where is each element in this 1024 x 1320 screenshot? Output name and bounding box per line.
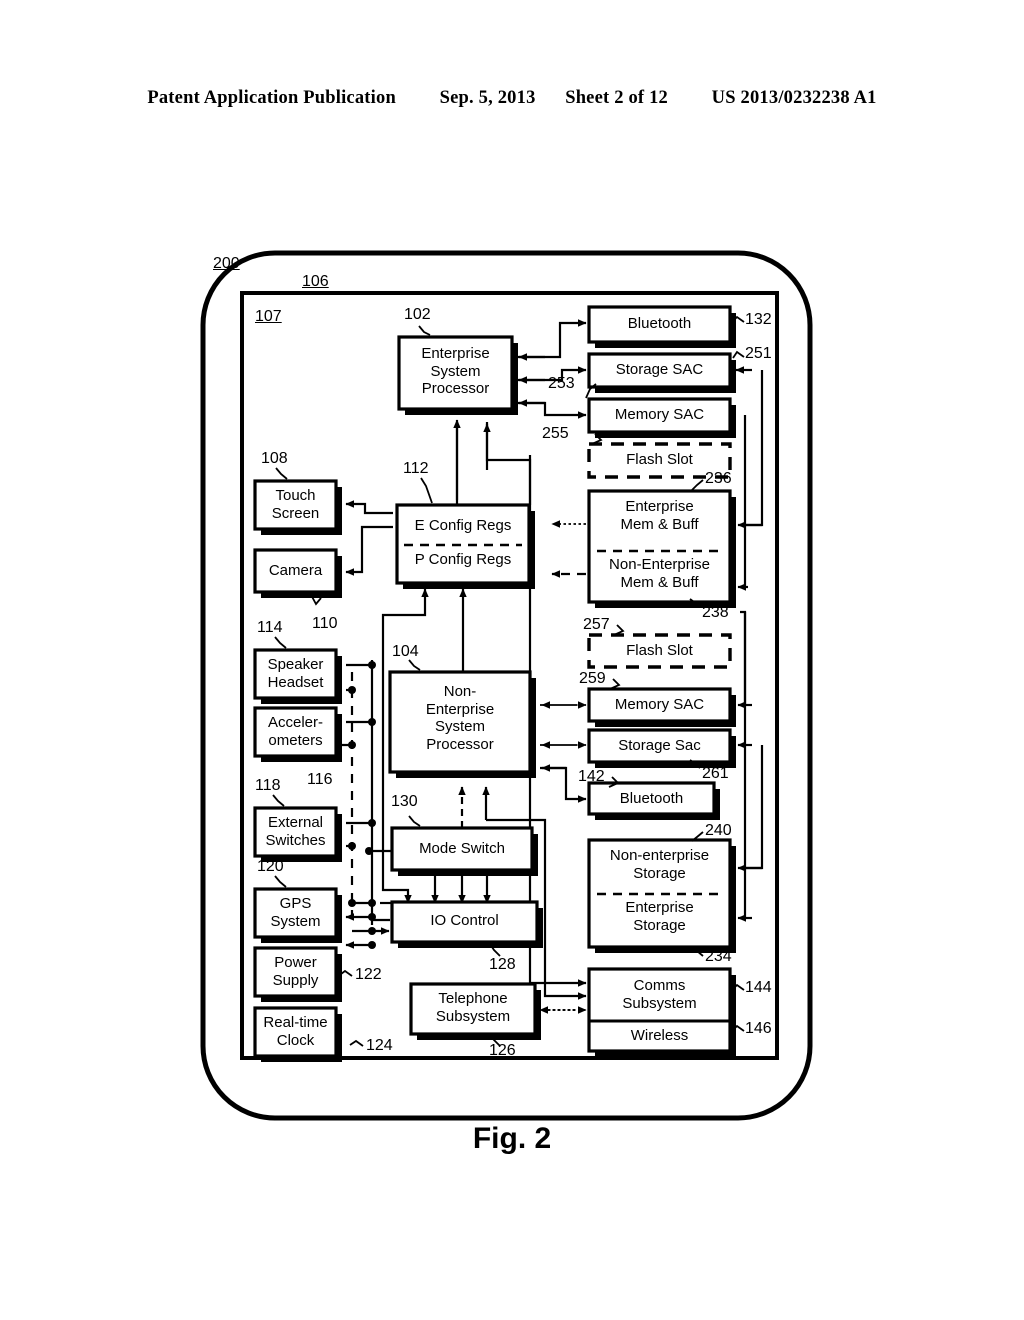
box-mem-and-buff	[587, 489, 732, 604]
ref-122: 122	[355, 966, 382, 983]
ref-144: 144	[745, 979, 772, 996]
ref-236: 236	[705, 470, 732, 487]
ref-128: 128	[489, 956, 516, 973]
box-memory-sac-non-enterprise	[587, 687, 732, 723]
ref-114: 114	[257, 619, 283, 636]
ref-108: 108	[261, 450, 288, 467]
box-bluetooth-enterprise	[587, 305, 732, 344]
box-speaker-headset	[253, 648, 338, 700]
ref-238: 238	[702, 604, 729, 621]
junction-gps-1b	[368, 899, 376, 907]
box-power-supply	[253, 946, 338, 998]
junction-speaker-2	[348, 686, 356, 694]
junction-accel-2	[348, 741, 356, 749]
ref-146: 146	[745, 1020, 772, 1037]
box-external-switches	[253, 806, 338, 858]
junction-gps-1	[348, 899, 356, 907]
ref-142: 142	[578, 768, 605, 785]
box-real-time-clock	[253, 1006, 338, 1058]
ref-104: 104	[392, 643, 419, 660]
box-camera	[253, 548, 338, 594]
ref-118: 118	[255, 777, 281, 794]
junction-extsw-1	[368, 819, 376, 827]
figure-caption: Fig. 2	[472, 1122, 552, 1155]
box-flash-slot-non-enterprise	[587, 633, 732, 669]
box-touch-screen	[253, 479, 338, 531]
ref-102: 102	[404, 306, 431, 323]
ref-112: 112	[403, 460, 429, 477]
ref-259: 259	[579, 670, 606, 687]
junction-gps-3	[368, 927, 376, 935]
box-non-enterprise-system-processor	[388, 670, 532, 774]
ref-234: 234	[705, 948, 732, 965]
ref-107: 107	[255, 308, 282, 325]
ref-120: 120	[257, 858, 284, 875]
box-io-control	[390, 900, 539, 944]
ref-251: 251	[745, 345, 772, 362]
ref-240: 240	[705, 822, 732, 839]
ref-116: 116	[307, 771, 333, 788]
box-storage-sac-non-enterprise	[587, 728, 732, 764]
box-mode-switch	[390, 826, 534, 872]
box-storage-sac-enterprise	[587, 352, 732, 389]
junction-extsw-2	[348, 842, 356, 850]
box-enterprise-system-processor	[397, 335, 514, 411]
ref-126: 126	[489, 1042, 516, 1059]
ref-110: 110	[312, 615, 338, 632]
box-config-regs	[395, 503, 531, 585]
box-gps-system	[253, 887, 338, 939]
box-accelerometers	[253, 706, 338, 758]
box-telephone-subsystem	[409, 982, 537, 1036]
ref-257: 257	[583, 616, 610, 633]
ref-130: 130	[391, 793, 418, 810]
junction-gps-4	[368, 941, 376, 949]
ref-106: 106	[302, 273, 329, 290]
box-memory-sac-enterprise	[587, 397, 732, 434]
ref-200: 200	[213, 255, 240, 272]
junction-accel-1	[368, 718, 376, 726]
ref-253: 253	[548, 375, 575, 392]
ref-255: 255	[542, 425, 569, 442]
box-comms-subsystem	[587, 967, 732, 1053]
ref-124: 124	[366, 1037, 393, 1054]
box-bluetooth-non-enterprise	[587, 781, 716, 816]
box-storage	[587, 838, 732, 949]
ref-132: 132	[745, 311, 772, 328]
ref-261: 261	[702, 765, 729, 782]
junction-speaker-1	[368, 661, 376, 669]
